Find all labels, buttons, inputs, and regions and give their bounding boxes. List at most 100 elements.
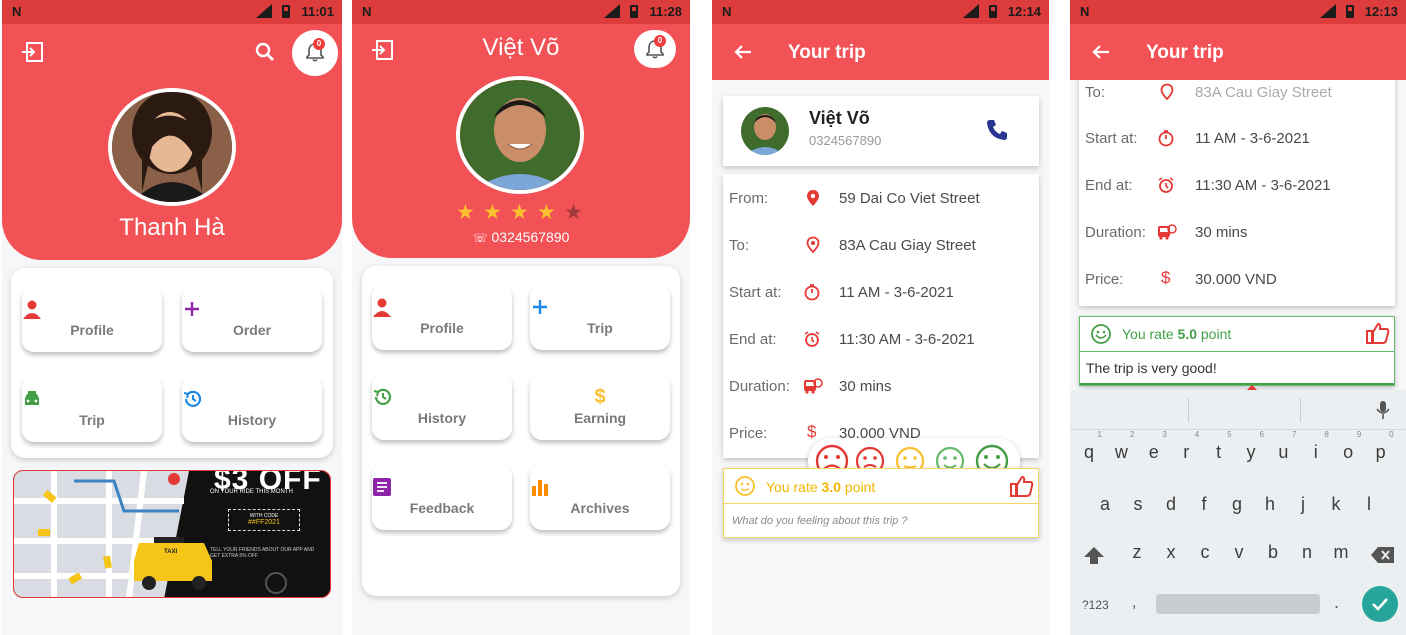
row-end: End at: 11:30 AM - 3-6-2021: [1079, 171, 1395, 201]
key-number-hint: 5: [1227, 430, 1232, 439]
row-value: 11 AM - 3-6-2021: [839, 284, 954, 301]
history-icon: [183, 390, 202, 407]
tile-label: Order: [232, 322, 272, 338]
row-to: To: 83A Cau Giay Street: [1079, 78, 1395, 108]
status-time: 12:14: [1007, 4, 1041, 19]
tile-profile[interactable]: Profile: [372, 284, 512, 350]
key-m[interactable]: m: [1326, 542, 1356, 563]
key-n[interactable]: n: [1292, 542, 1322, 563]
key-d[interactable]: d: [1156, 494, 1186, 515]
call-icon[interactable]: [985, 118, 1009, 142]
divider: [1300, 398, 1301, 422]
comma-key[interactable]: ,: [1132, 594, 1136, 612]
key-f[interactable]: f: [1189, 494, 1219, 515]
tile-feedback[interactable]: Feedback: [372, 464, 512, 530]
key-b[interactable]: b: [1258, 542, 1288, 563]
page-title: Your trip: [788, 42, 866, 63]
tile-archives[interactable]: Archives: [530, 464, 670, 530]
key-label: t: [1216, 442, 1222, 462]
rate-prefix: You rate: [766, 479, 818, 495]
key-i[interactable]: 8i: [1301, 430, 1331, 463]
row-value: 83A Cau Giay Street: [839, 237, 976, 254]
key-w[interactable]: 2w: [1106, 430, 1136, 463]
feedback-input[interactable]: The trip is very good!: [1086, 360, 1217, 376]
row-value: 11:30 AM - 3-6-2021: [839, 331, 975, 348]
key-l[interactable]: l: [1354, 494, 1384, 515]
key-q[interactable]: 1q: [1074, 430, 1104, 463]
key-s[interactable]: s: [1123, 494, 1153, 515]
notification-button[interactable]: 0: [292, 30, 338, 76]
microphone-icon[interactable]: [1376, 400, 1390, 420]
bar-chart-icon: [532, 480, 548, 496]
rate-value: 5.0: [1177, 326, 1197, 342]
key-label: y: [1246, 442, 1256, 462]
tile-order[interactable]: Order: [182, 286, 322, 352]
key-t[interactable]: 5t: [1204, 430, 1234, 463]
tile-trip[interactable]: Trip: [530, 284, 670, 350]
dollar-icon: $: [807, 422, 817, 441]
symbols-key[interactable]: ?123: [1082, 598, 1109, 612]
thumbs-up-icon[interactable]: [1366, 322, 1390, 344]
key-e[interactable]: 3e: [1139, 430, 1169, 463]
row-start: Start at: 11 AM - 3-6-2021: [1079, 124, 1395, 154]
key-g[interactable]: g: [1222, 494, 1252, 515]
tile-profile[interactable]: Profile: [22, 286, 162, 352]
signal-icon: [1320, 4, 1336, 18]
search-icon[interactable]: [255, 42, 275, 62]
notification-button[interactable]: 0: [634, 30, 676, 68]
backspace-icon[interactable]: [1370, 546, 1396, 564]
row-duration: Duration: 30 mins: [723, 372, 1039, 402]
key-r[interactable]: 4r: [1171, 430, 1201, 463]
tile-trip[interactable]: Trip: [22, 376, 162, 442]
trip-info-card: From: 59 Dai Co Viet Street To: 83A Cau …: [723, 174, 1039, 458]
pin-outline-icon: [1160, 83, 1174, 101]
key-o[interactable]: 9o: [1333, 430, 1363, 463]
logout-icon[interactable]: [22, 42, 44, 62]
key-c[interactable]: c: [1190, 542, 1220, 563]
bus-icon: [804, 378, 823, 394]
key-z[interactable]: z: [1122, 542, 1152, 563]
key-v[interactable]: v: [1224, 542, 1254, 563]
key-label: r: [1183, 442, 1190, 462]
tile-history[interactable]: History: [182, 376, 322, 442]
driver-card: Việt Võ 0324567890: [723, 96, 1039, 166]
person-icon: [23, 300, 41, 319]
feedback-input[interactable]: What do you feeling about this trip ?: [732, 515, 908, 527]
screen-driver-home: N 11:28 Việt Võ 0 ★ ★ ★ ★ ★ ☏ 0324567890…: [352, 0, 690, 635]
app-bar: Your trip: [712, 24, 1049, 80]
thumbs-up-icon[interactable]: [1010, 475, 1034, 497]
row-label: From:: [729, 190, 769, 207]
row-start: Start at: 11 AM - 3-6-2021: [723, 278, 1039, 308]
row-value: 30 mins: [1195, 224, 1248, 241]
space-bar[interactable]: [1156, 594, 1320, 614]
taxi-text: TAXI: [164, 549, 178, 555]
key-k[interactable]: k: [1321, 494, 1351, 515]
rate-value: 3.0: [821, 479, 841, 495]
back-arrow-icon[interactable]: [734, 44, 752, 60]
plus-icon: [533, 300, 547, 314]
key-p[interactable]: 0p: [1366, 430, 1396, 463]
key-label: u: [1278, 442, 1289, 462]
rating-card: You rate 3.0 point What do you feeling a…: [723, 468, 1039, 538]
key-a[interactable]: a: [1090, 494, 1120, 515]
promo-banner[interactable]: $3 OFF ON YOUR RIDE THIS MONTH WITH CODE…: [13, 470, 331, 598]
screen-passenger-home: N 11:01 0 Thanh Hà Profile Order Trip Hi…: [2, 0, 342, 635]
taxi-icon: [25, 391, 39, 405]
soft-keyboard: 1q2w3e4r5t6y7u8i9o0p asdfghjkl zxcvbnm ?…: [1070, 390, 1406, 635]
key-x[interactable]: x: [1156, 542, 1186, 563]
tile-history[interactable]: History: [372, 374, 512, 440]
driver-phone-row: ☏ 0324567890: [352, 229, 690, 245]
page-title: Your trip: [1146, 42, 1224, 63]
shift-icon[interactable]: [1082, 544, 1106, 568]
back-arrow-icon[interactable]: [1092, 44, 1110, 60]
done-button[interactable]: [1362, 586, 1398, 622]
key-u[interactable]: 7u: [1268, 430, 1298, 463]
tile-earning[interactable]: $ Earning: [530, 374, 670, 440]
key-y[interactable]: 6y: [1236, 430, 1266, 463]
key-j[interactable]: j: [1288, 494, 1318, 515]
tile-label: Archives: [570, 500, 630, 516]
rate-text: You rate 3.0 point: [766, 479, 875, 495]
star-icon: ★: [537, 201, 556, 224]
period-key[interactable]: .: [1334, 592, 1339, 613]
key-h[interactable]: h: [1255, 494, 1285, 515]
